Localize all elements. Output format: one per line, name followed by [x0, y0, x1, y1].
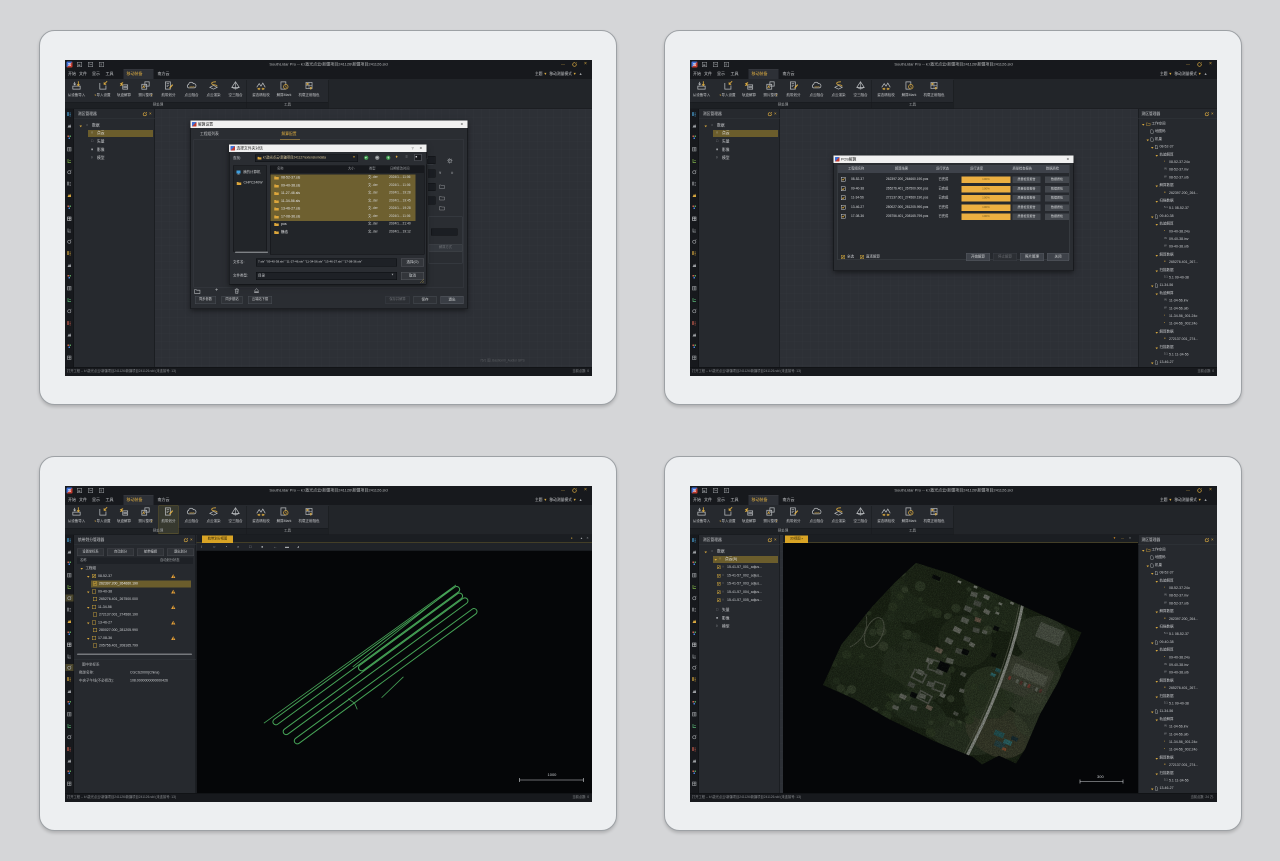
svg-text:pos: pos [814, 510, 819, 514]
svg-text:pos: pos [189, 84, 194, 88]
svg-text:300: 300 [1097, 774, 1104, 779]
svg-text:1000: 1000 [547, 772, 557, 777]
svg-text:pos: pos [189, 510, 194, 514]
svg-text:pos: pos [814, 84, 819, 88]
